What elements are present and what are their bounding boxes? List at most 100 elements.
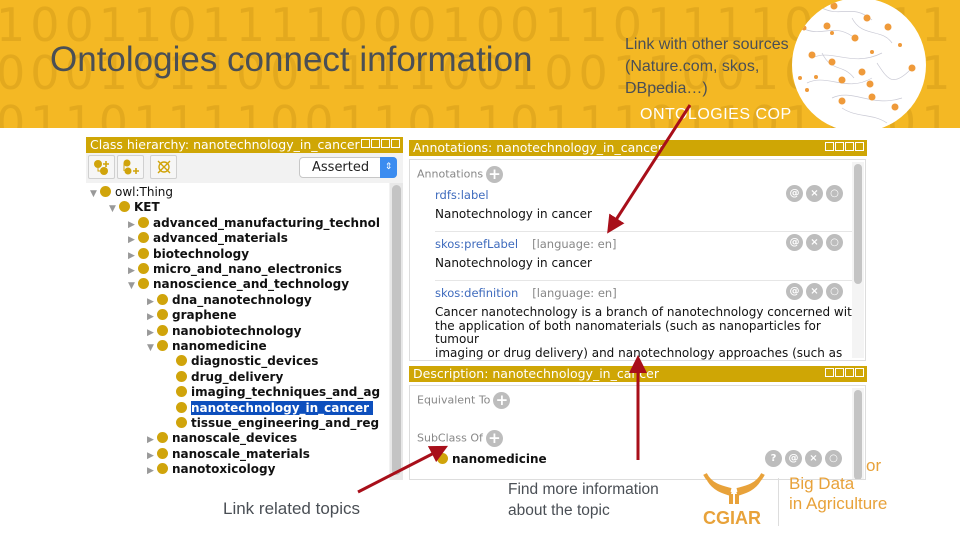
split-icon[interactable] xyxy=(825,368,834,377)
annotate-button[interactable]: @ xyxy=(786,185,803,202)
class-toolbar: Asserted ⇕ xyxy=(86,155,403,181)
logo-divider xyxy=(778,478,779,526)
tree-item[interactable]: ▶ graphene xyxy=(147,308,237,323)
tree-item[interactable]: ▼ nanoscience_and_technology xyxy=(128,277,349,292)
annotations-section: Annotations + xyxy=(417,166,504,183)
row-divider xyxy=(435,231,855,232)
tree-item[interactable]: ▶ micro_and_nano_electronics xyxy=(128,262,342,277)
superclass-row-buttons: ? @ × ○ xyxy=(765,450,842,467)
tree-item-label: tissue_engineering_and_reg xyxy=(191,416,380,430)
add-sibling-button[interactable] xyxy=(117,155,144,179)
split-icon[interactable] xyxy=(361,139,370,148)
tree-item[interactable]: ▼ KET xyxy=(109,200,160,215)
tree-item[interactable]: ▼ owl:Thing xyxy=(90,185,173,200)
description-scrollbar-thumb[interactable] xyxy=(854,390,862,479)
add-sibling-icon xyxy=(123,159,139,175)
split-icon[interactable] xyxy=(825,142,834,151)
property-name: skos:prefLabel xyxy=(435,237,519,251)
cop-label: ONTOLOGIES COP xyxy=(640,106,792,123)
minimize-icon[interactable] xyxy=(835,142,844,151)
superclass-label: nanomedicine xyxy=(452,452,547,466)
tree-scrollbar-thumb[interactable] xyxy=(392,185,401,475)
tree-item[interactable]: ▶ biotechnology xyxy=(128,247,249,262)
explain-button[interactable]: ? xyxy=(765,450,782,467)
close-icon[interactable] xyxy=(391,139,400,148)
delete-button[interactable]: × xyxy=(806,185,823,202)
tree-item[interactable]: ▶ dna_nanotechnology xyxy=(147,293,312,308)
delete-class-button[interactable] xyxy=(150,155,177,179)
edit-button[interactable]: ○ xyxy=(825,450,842,467)
maximize-icon[interactable] xyxy=(381,139,390,148)
close-icon[interactable] xyxy=(855,142,864,151)
tree-item[interactable]: ▶ advanced_materials xyxy=(128,231,288,246)
description-scrollbar[interactable] xyxy=(852,388,864,479)
add-superclass-button[interactable]: + xyxy=(485,430,503,447)
annotate-button[interactable]: @ xyxy=(786,234,803,251)
tree-item[interactable]: ▶ nanotoxicology xyxy=(147,462,275,477)
maximize-icon[interactable] xyxy=(845,368,854,377)
add-subclass-button[interactable] xyxy=(88,155,115,179)
definition-line: Cancer nanotechnology is a branch of nan… xyxy=(435,305,860,319)
annotation-property[interactable]: skos:definition [language: en] xyxy=(435,286,617,300)
subclass-of-label: SubClass Of xyxy=(417,431,483,445)
add-subclass-icon xyxy=(93,160,109,175)
tree-scrollbar[interactable] xyxy=(390,183,403,480)
annotate-button[interactable]: @ xyxy=(785,450,802,467)
tree-item[interactable]: ▶ nanobiotechnology xyxy=(147,324,301,339)
edit-button[interactable]: ○ xyxy=(826,283,843,300)
class-icon xyxy=(138,278,149,290)
maximize-icon[interactable] xyxy=(845,142,854,151)
tree-item-label: nanobiotechnology xyxy=(172,323,302,338)
collapse-arrow-icon[interactable]: ▼ xyxy=(109,202,119,217)
minimize-icon[interactable] xyxy=(835,368,844,377)
tree-item[interactable]: ▶ nanoscale_devices xyxy=(147,431,297,446)
collapse-arrow-icon[interactable]: ▼ xyxy=(128,279,138,294)
class-tree: ▼ owl:Thing ▼ KET ▶ advanced_manufacturing_te… xyxy=(86,183,389,480)
edit-button[interactable]: ○ xyxy=(826,234,843,251)
close-icon[interactable] xyxy=(855,368,864,377)
tree-item-label: nanomedicine xyxy=(172,339,267,353)
delete-button[interactable]: × xyxy=(806,234,823,251)
class-icon xyxy=(119,201,130,213)
view-mode-select[interactable]: Asserted ⇕ xyxy=(299,157,397,178)
minimize-icon[interactable] xyxy=(371,139,380,148)
class-hierarchy-panel: Class hierarchy: nanotechnology_in_cance… xyxy=(86,137,403,480)
window-controls xyxy=(361,139,400,148)
collapse-arrow-icon[interactable]: ▼ xyxy=(147,341,157,356)
class-icon xyxy=(157,463,168,475)
tree-item[interactable]: imaging_techniques_and_ag xyxy=(166,385,380,400)
collapse-arrow-icon[interactable]: ▼ xyxy=(90,187,100,202)
edit-button[interactable]: ○ xyxy=(826,185,843,202)
tree-item-label: diagnostic_devices xyxy=(191,354,319,369)
tree-item[interactable]: diagnostic_devices xyxy=(166,354,318,369)
annotation-property[interactable]: rdfs:label xyxy=(435,188,489,202)
annotation-property[interactable]: skos:prefLabel [language: en] xyxy=(435,237,617,251)
annotate-button[interactable]: @ xyxy=(786,283,803,300)
delete-button[interactable]: × xyxy=(806,283,823,300)
class-icon xyxy=(176,401,187,413)
tree-item-label: dna_nanotechnology xyxy=(172,292,312,307)
annotations-header: Annotations: nanotechnology_in_cancer xyxy=(409,140,867,156)
add-equivalent-button[interactable]: + xyxy=(493,392,511,409)
tree-item[interactable]: tissue_engineering_and_reg xyxy=(166,416,379,431)
tree-item[interactable]: ▼ nanomedicine xyxy=(147,339,267,354)
annotations-scrollbar[interactable] xyxy=(852,162,864,358)
tree-item-label: advanced_manufacturing_technol xyxy=(153,215,380,230)
tree-item-label: KET xyxy=(134,200,160,215)
superclass-item[interactable]: nanomedicine xyxy=(437,452,547,467)
tree-item-label: imaging_techniques_and_ag xyxy=(191,385,381,400)
tree-item-label: nanoscale_devices xyxy=(172,431,298,446)
annotation-value: Nanotechnology in cancer xyxy=(435,207,592,221)
annotations-scrollbar-thumb[interactable] xyxy=(854,164,862,284)
tree-item[interactable]: drug_delivery xyxy=(166,370,283,385)
tree-item[interactable]: ▶ advanced_manufacturing_technol xyxy=(128,216,380,231)
annotations-label: Annotations xyxy=(417,167,484,181)
class-icon xyxy=(138,232,149,244)
expand-arrow-icon[interactable]: ▶ xyxy=(147,464,157,479)
tree-item-selected[interactable]: nanotechnology_in_cancer xyxy=(166,400,374,416)
annotation-value: Nanotechnology in cancer xyxy=(435,256,592,270)
view-mode-value: Asserted xyxy=(312,160,370,175)
delete-button[interactable]: × xyxy=(805,450,822,467)
tree-item[interactable]: ▶ nanoscale_materials xyxy=(147,447,310,462)
add-annotation-button[interactable]: + xyxy=(486,166,504,183)
